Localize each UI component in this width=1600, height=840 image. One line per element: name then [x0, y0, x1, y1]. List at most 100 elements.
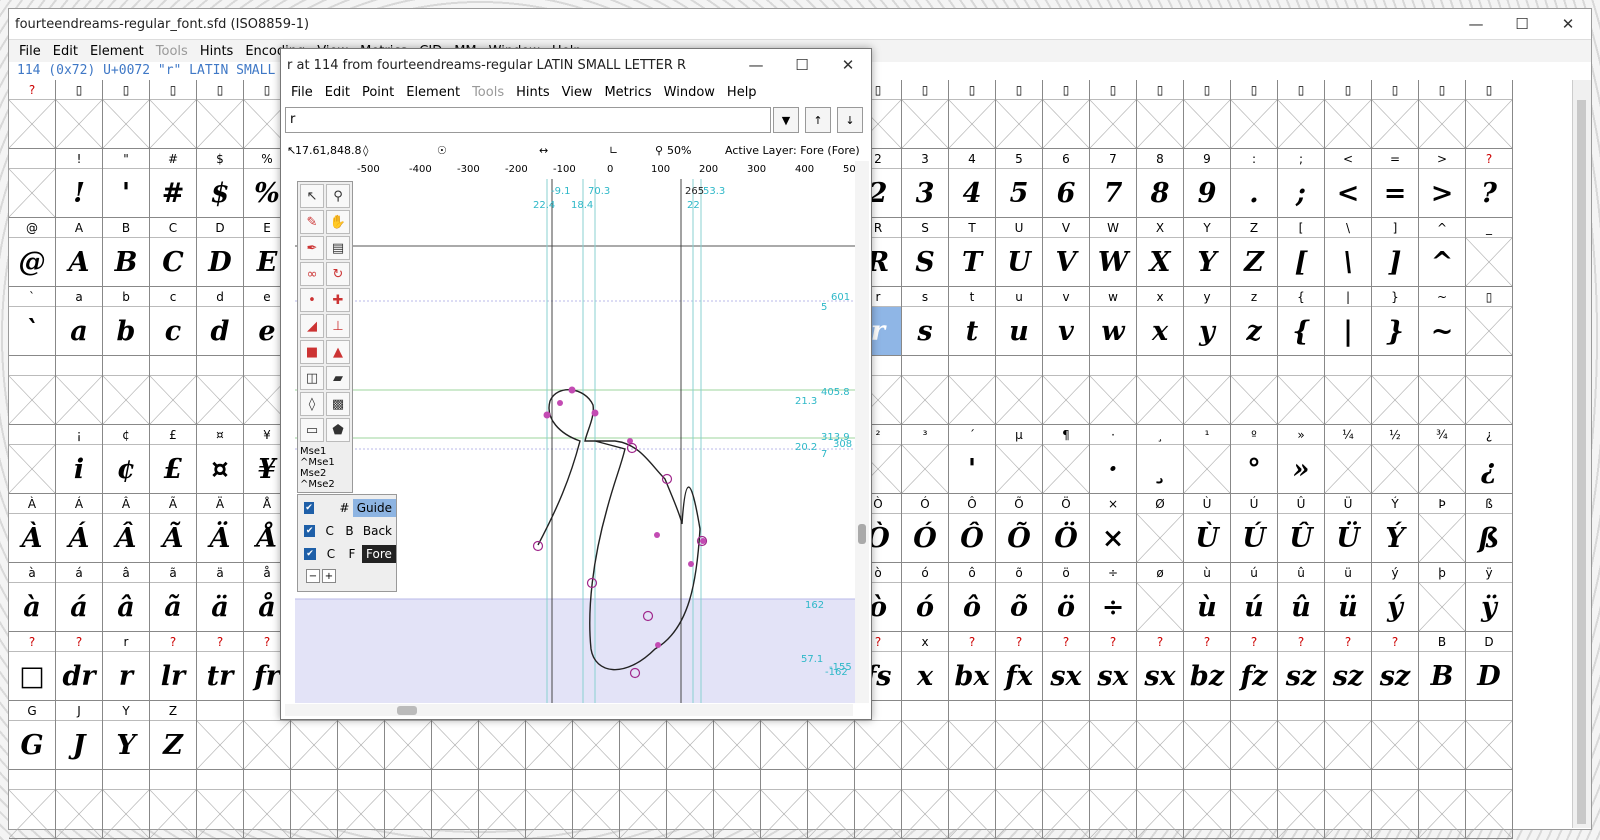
glyph-cell[interactable] — [1184, 356, 1231, 425]
glyph-cell[interactable] — [1372, 770, 1419, 839]
glyph-cell[interactable]: JJ — [56, 701, 103, 770]
glyph-cell[interactable]: àà — [9, 563, 56, 632]
glyph-cell[interactable]: yy — [1184, 287, 1231, 356]
menu-file[interactable]: File — [13, 44, 47, 59]
layer-row-fore[interactable]: ✔ C F Fore — [298, 543, 396, 565]
glyph-cell[interactable] — [526, 770, 573, 839]
menu-edit[interactable]: Edit — [319, 85, 356, 100]
glyph-cell[interactable]: VV — [1043, 218, 1090, 287]
glyph-cell[interactable]: dd — [197, 287, 244, 356]
glyph-cell[interactable] — [432, 770, 479, 839]
glyph-cell[interactable]: # # — [150, 149, 197, 218]
menu-tools[interactable]: Tools — [150, 44, 194, 59]
glyph-cell[interactable] — [1325, 770, 1372, 839]
scale-tool-icon[interactable]: ▲ — [326, 340, 350, 364]
glyph-cell[interactable]: {{ — [1278, 287, 1325, 356]
glyph-cell[interactable]: Ø — [1137, 494, 1184, 563]
glyph-cell[interactable]: ▯ — [103, 80, 150, 149]
glyph-cell[interactable] — [1278, 701, 1325, 770]
glyph-cell[interactable]: µ — [996, 425, 1043, 494]
glyph-cell[interactable]: õõ — [996, 563, 1043, 632]
glyph-cell[interactable]: ▯ — [1137, 80, 1184, 149]
ruler-tool-icon[interactable]: ▤ — [326, 236, 350, 260]
glyph-cell[interactable]: @ @ — [9, 218, 56, 287]
glyph-cell[interactable] — [197, 701, 244, 770]
glyph-cell[interactable] — [1325, 356, 1372, 425]
glyph-cell[interactable] — [761, 770, 808, 839]
glyph-cell[interactable]: GG — [9, 701, 56, 770]
glyph-cell[interactable]: ¸ ¸ — [1137, 425, 1184, 494]
glyph-cell[interactable]: DD — [197, 218, 244, 287]
glyph-cell[interactable] — [949, 356, 996, 425]
glyph-cell[interactable] — [1278, 770, 1325, 839]
glyph-cell[interactable]: ø — [1137, 563, 1184, 632]
spiro-tool-icon[interactable]: ∞ — [300, 262, 324, 286]
glyph-cell[interactable]: ´ ' — [949, 425, 996, 494]
glyph-cell[interactable] — [479, 770, 526, 839]
glyph-cell[interactable] — [1466, 770, 1513, 839]
glyph-cell[interactable] — [1231, 356, 1278, 425]
glyph-cell[interactable] — [1278, 356, 1325, 425]
glyph-cell[interactable]: }} — [1372, 287, 1419, 356]
menu-hints[interactable]: Hints — [194, 44, 240, 59]
glyph-cell[interactable] — [1043, 701, 1090, 770]
layer-row-back[interactable]: ✔ C B Back — [298, 520, 396, 542]
glyph-cell[interactable]: ÖÖ — [1043, 494, 1090, 563]
add-layer-icon[interactable]: + — [322, 569, 336, 583]
glyph-cell[interactable]: rr — [103, 632, 150, 701]
remove-layer-icon[interactable]: − — [306, 569, 320, 583]
glyph-cell[interactable]: 99 — [1184, 149, 1231, 218]
glyph-cell[interactable]: ÔÔ — [949, 494, 996, 563]
glyph-cell[interactable]: cc — [150, 287, 197, 356]
glyph-cell[interactable]: ;; — [1278, 149, 1325, 218]
perspective-tool-icon[interactable]: ▩ — [326, 392, 350, 416]
glyph-cell[interactable]: ? sz — [1372, 632, 1419, 701]
glyph-cell[interactable] — [1419, 701, 1466, 770]
glyph-cell[interactable]: ▯ — [1090, 80, 1137, 149]
glyph-cell[interactable]: tt — [949, 287, 996, 356]
glyph-cell[interactable]: ? sz — [1278, 632, 1325, 701]
glyph-cell[interactable]: uu — [996, 287, 1043, 356]
glyph-canvas[interactable]: -9.1 70.3 265 53.3 22.4 18.4 22 601 5 40… — [295, 179, 855, 703]
glyph-cell[interactable]: ▯ — [1231, 80, 1278, 149]
glyph-cell[interactable]: aa — [56, 287, 103, 356]
menu-help[interactable]: Help — [721, 85, 763, 100]
glyph-cell[interactable]: SS — [902, 218, 949, 287]
glyph-cell[interactable] — [1090, 356, 1137, 425]
glyph-cell[interactable]: ÿÿ — [1466, 563, 1513, 632]
glyph-cell[interactable]: ÁÁ — [56, 494, 103, 563]
glyph-cell[interactable]: ▯ — [197, 80, 244, 149]
glyph-cell[interactable]: áá — [56, 563, 103, 632]
layer-name[interactable]: Back — [359, 522, 396, 540]
glyph-cell[interactable]: ¡ i — [56, 425, 103, 494]
glyph-cell[interactable]: ▯ — [1184, 80, 1231, 149]
glyph-cell[interactable]: ? □ — [9, 632, 56, 701]
glyph-cell[interactable]: ÚÚ — [1231, 494, 1278, 563]
glyph-cell[interactable]: þ — [1419, 563, 1466, 632]
glyph-cell[interactable] — [1231, 701, 1278, 770]
freehand-tool-icon[interactable]: ✎ — [300, 210, 324, 234]
glyph-cell[interactable] — [1043, 356, 1090, 425]
scrollbar-thumb[interactable] — [1577, 100, 1586, 824]
layer-row-guide[interactable]: ✔ # Guide — [298, 497, 396, 519]
pointer-tool-icon[interactable]: ↖ — [300, 184, 324, 208]
glyph-cell[interactable]: ùù — [1184, 563, 1231, 632]
corner-point-icon[interactable]: ◢ — [300, 314, 324, 338]
glyph-cell[interactable] — [1231, 770, 1278, 839]
magnify-tool-icon[interactable]: ⚲ — [326, 184, 350, 208]
glyph-cell[interactable]: ää — [197, 563, 244, 632]
polygon-tool-icon[interactable]: ⬟ — [326, 418, 350, 442]
glyph-cell[interactable] — [1184, 770, 1231, 839]
glyph-cell[interactable]: ÛÛ — [1278, 494, 1325, 563]
glyph-cell[interactable]: ▯ — [1419, 80, 1466, 149]
glyph-cell[interactable]: ÄÄ — [197, 494, 244, 563]
glyph-cell[interactable] — [9, 149, 56, 218]
glyph-cell[interactable]: ¿ ¿ — [1466, 425, 1513, 494]
layer-name[interactable]: Fore — [362, 545, 396, 563]
glyph-cell[interactable]: xx — [1137, 287, 1184, 356]
glyph-cell[interactable]: YY — [103, 701, 150, 770]
glyph-cell[interactable] — [996, 356, 1043, 425]
minimize-icon[interactable]: — — [733, 50, 779, 80]
glyph-cell[interactable]: × × — [1090, 494, 1137, 563]
glyph-cell[interactable]: ZZ — [1231, 218, 1278, 287]
